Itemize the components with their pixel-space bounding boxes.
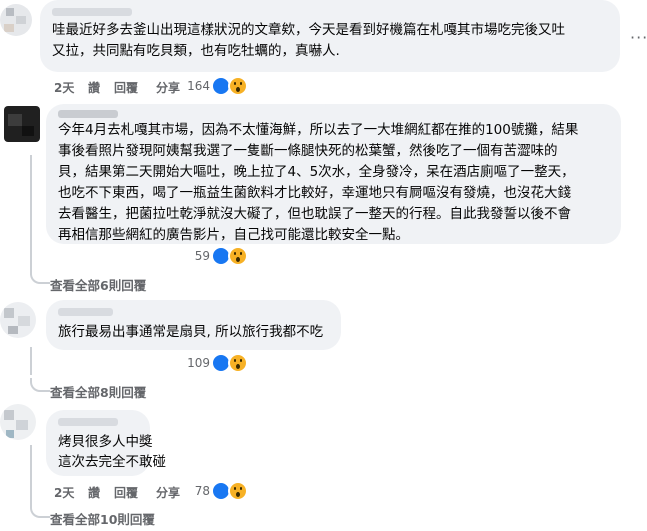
wow-reaction-icon xyxy=(228,246,248,266)
timestamp[interactable]: 2天 xyxy=(54,79,74,96)
thread-elbow xyxy=(30,504,50,518)
author-name-redacted[interactable] xyxy=(58,418,118,426)
timestamp[interactable]: 2天 xyxy=(54,484,74,501)
comment-text-line: 也吃不下東西，喝了一瓶益生菌飲料才比較好，幸運地只有屙嘔沒有發燒，也沒花大錢 xyxy=(58,185,571,201)
reaction-count: 109 xyxy=(187,356,210,370)
thread-elbow xyxy=(30,378,50,392)
comment-bubble: 哇最近好多去釜山出現這樣狀況的文章欸，今天是看到好機篇在札嘎其市場吃完後又吐 又… xyxy=(40,0,620,72)
comment-text-line: 又拉，共同點有吃貝類，也有吃牡蠣的，真嚇人. xyxy=(52,43,340,59)
comment-text-line: 旅行最易出事通常是扇貝, 所以旅行我都不吃 xyxy=(58,324,324,340)
comment-text-line: 貝，結果第二天開始大嘔吐，晚上拉了4、5次水，全身發冷，呆在酒店廁嘔了一整天， xyxy=(58,164,575,180)
author-name-redacted[interactable] xyxy=(58,110,118,118)
comment-text-line: 去看醫生，把菌拉吐乾淨就沒大礙了，但也耽誤了一整天的行程。自此我發誓以後不會 xyxy=(58,206,571,222)
comment-text-line: 再相信那些網紅的廣告影片，自己找可能還比較安全一點。 xyxy=(58,227,409,243)
thread-elbow xyxy=(30,270,50,284)
avatar[interactable] xyxy=(0,404,36,440)
comment-text-line: 烤貝很多人中獎 xyxy=(58,434,153,450)
author-name-redacted[interactable] xyxy=(58,308,113,316)
comment-text-line: 今年4月去札嘎其市場，因為不太懂海鮮，所以去了一大堆網紅都在推的100號攤，結果 xyxy=(58,122,579,138)
avatar[interactable] xyxy=(0,302,36,338)
like-button[interactable]: 讚 xyxy=(88,79,100,96)
view-all-replies-link[interactable]: 查看全部8則回覆 xyxy=(50,382,146,401)
view-all-replies-link[interactable]: 查看全部10則回覆 xyxy=(50,509,155,528)
like-button[interactable]: 讚 xyxy=(88,484,100,501)
comment-bubble: 今年4月去札嘎其市場，因為不太懂海鮮，所以去了一大堆網紅都在推的100號攤，結果… xyxy=(46,104,621,244)
more-options-icon[interactable]: ··· xyxy=(630,28,647,47)
comment-text-line: 哇最近好多去釜山出現這樣狀況的文章欸，今天是看到好機篇在札嘎其市場吃完後又吐 xyxy=(52,22,565,38)
wow-reaction-icon xyxy=(228,353,248,373)
reaction-summary[interactable]: 164 xyxy=(120,76,250,97)
comment-text-line: 事後看照片發現阿姨幫我選了一隻斷一條腿快死的松葉蟹，然後吃了一個有苦澀味的 xyxy=(58,143,558,159)
avatar[interactable] xyxy=(4,106,40,142)
wow-reaction-icon xyxy=(228,481,248,501)
comment-bubble: 烤貝很多人中獎 這次去完全不敢碰 xyxy=(46,410,166,476)
reaction-summary[interactable]: 59 xyxy=(120,246,250,267)
reaction-count: 164 xyxy=(187,79,210,93)
view-all-replies-link[interactable]: 查看全部6則回覆 xyxy=(50,275,146,294)
author-name-redacted[interactable] xyxy=(52,8,132,16)
reaction-count: 78 xyxy=(194,484,210,498)
avatar[interactable] xyxy=(0,4,32,36)
reaction-summary[interactable]: 109 xyxy=(120,353,250,374)
reaction-count: 59 xyxy=(194,249,210,263)
reaction-summary[interactable]: 78 xyxy=(120,481,250,502)
comment-bubble: 旅行最易出事通常是扇貝, 所以旅行我都不吃 xyxy=(46,300,341,350)
comment-text-line: 這次去完全不敢碰 xyxy=(58,454,166,470)
wow-reaction-icon xyxy=(228,76,248,96)
thread-line xyxy=(30,445,32,505)
thread-line xyxy=(30,347,32,375)
thread-line xyxy=(30,155,32,275)
